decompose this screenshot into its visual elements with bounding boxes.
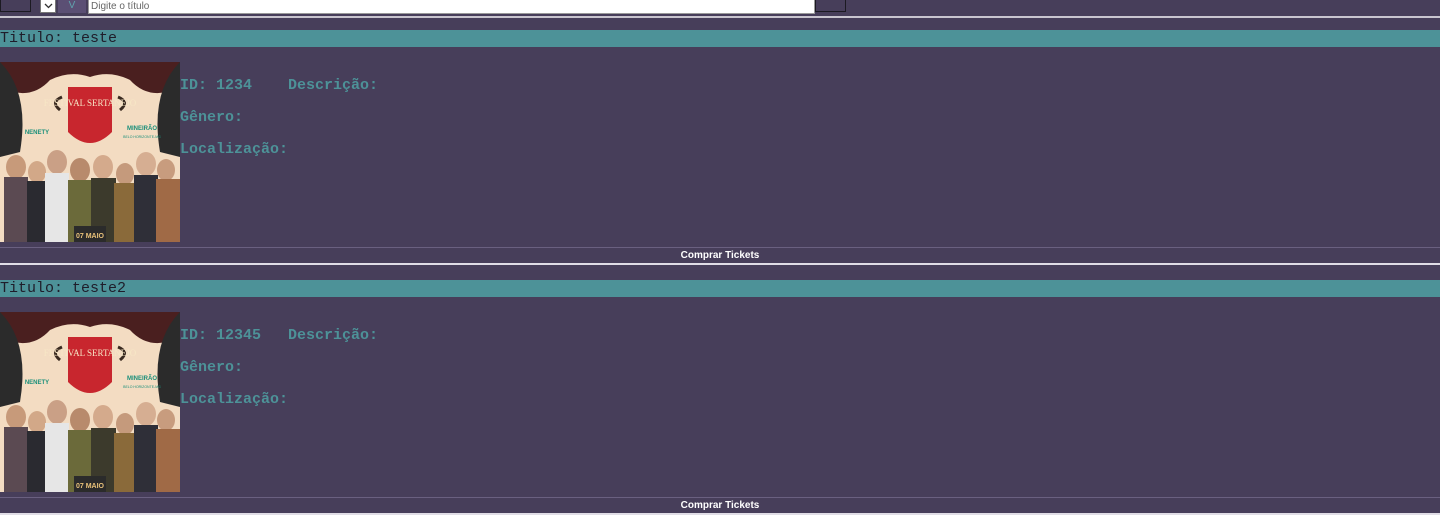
event-poster: FESTIVAL SERTANEJO NENETY MINEIRÃO BELO … [0, 62, 180, 242]
description-label: Descrição: [288, 327, 379, 344]
genre-label: Gênero: [180, 109, 244, 126]
poster-right-sub: BELO HORIZONTE-MG [123, 135, 161, 139]
id-label: ID: [180, 327, 208, 344]
poster-right-sub: BELO HORIZONTE-MG [123, 385, 161, 389]
id-value: 12345 [216, 327, 262, 344]
location-row: Localização: [180, 391, 297, 408]
event-title: Titulo: teste2 [0, 280, 1440, 297]
description-label: Descrição: [288, 77, 379, 94]
title-prefix: Titulo: [0, 280, 64, 297]
buy-tickets-button[interactable]: Comprar Tickets [0, 497, 1440, 515]
filter-select[interactable] [40, 0, 56, 13]
poster-festival-text: FESTIVAL SERTANEJO [44, 98, 137, 108]
toggle-button[interactable]: V [58, 0, 86, 13]
genre-row: Gênero: [180, 109, 252, 126]
search-input[interactable] [88, 0, 815, 14]
menu-button[interactable] [0, 0, 31, 12]
location-label: Localização: [180, 141, 289, 158]
poster-left-tag: NENETY [25, 380, 49, 386]
search-button[interactable] [815, 0, 846, 12]
event-title: Titulo: teste [0, 30, 1440, 47]
genre-label: Gênero: [180, 359, 244, 376]
poster-left-tag: NENETY [25, 130, 49, 136]
title-value: teste2 [72, 280, 127, 297]
poster-bottom-tag: 07 MAIO [76, 483, 105, 490]
genre-row: Gênero: [180, 359, 252, 376]
event-card: Titulo: teste FESTIVAL SERTANEJO NENETY … [0, 30, 1440, 265]
title-value: teste [72, 30, 118, 47]
poster-bottom-tag: 07 MAIO [76, 233, 105, 240]
divider [0, 16, 1440, 18]
id-value: 1234 [216, 77, 253, 94]
poster-right-tag: MINEIRÃO [127, 375, 157, 382]
title-prefix: Titulo: [0, 30, 64, 47]
event-poster: FESTIVAL SERTANEJO NENETY MINEIRÃO BELO … [0, 312, 180, 492]
event-card: Titulo: teste2 FESTIVAL SERTANEJO NENETY… [0, 280, 1440, 515]
poster-right-tag: MINEIRÃO [127, 125, 157, 132]
location-label: Localização: [180, 391, 289, 408]
search-bar: V [0, 0, 1440, 14]
location-row: Localização: [180, 141, 297, 158]
chevron-down-icon [44, 3, 52, 9]
poster-festival-text: FESTIVAL SERTANEJO [44, 348, 137, 358]
id-label: ID: [180, 77, 208, 94]
id-description-row: ID: 12345 Descrição: [180, 327, 387, 344]
buy-tickets-button[interactable]: Comprar Tickets [0, 247, 1440, 265]
id-description-row: ID: 1234 Descrição: [180, 77, 387, 94]
